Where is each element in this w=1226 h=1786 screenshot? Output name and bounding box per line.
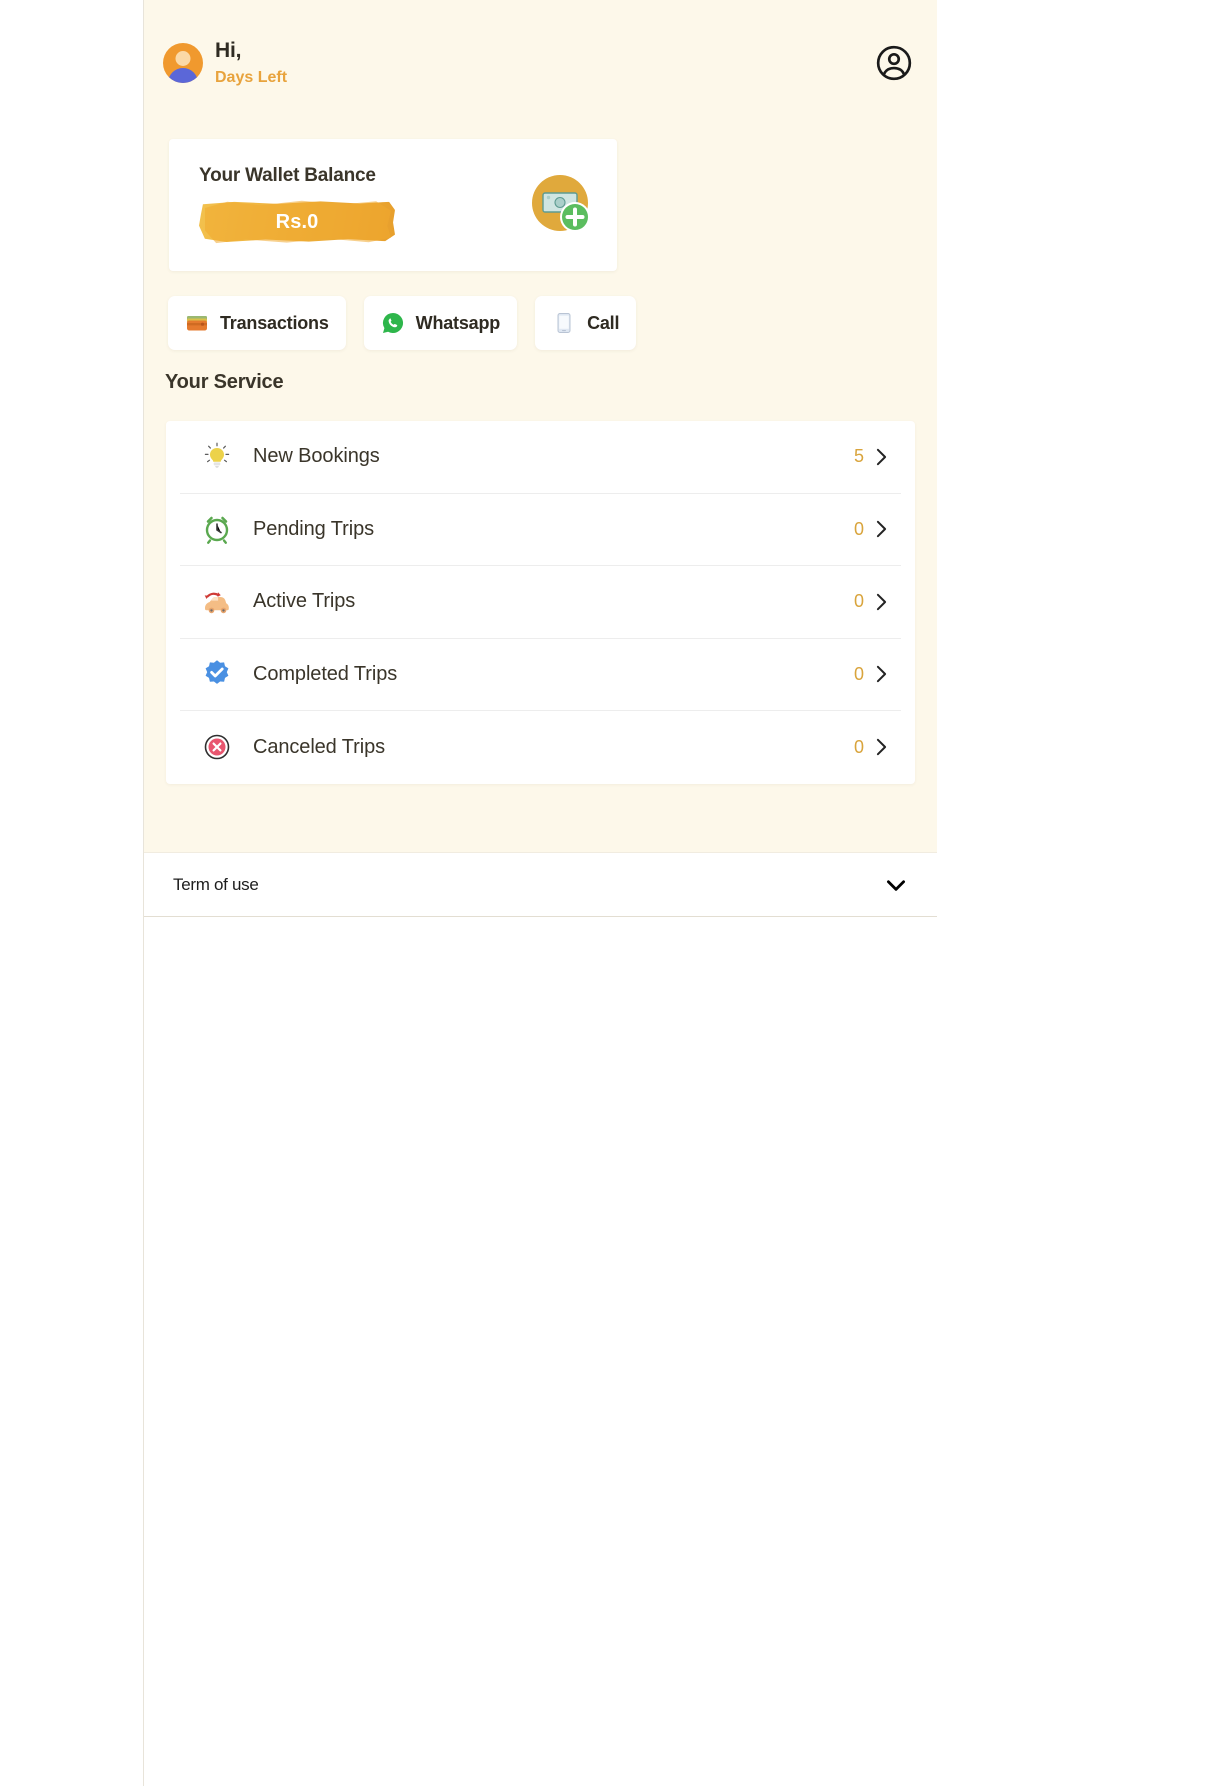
service-count: 0 — [853, 518, 864, 539]
service-meta: 0 — [854, 591, 887, 612]
avatar-head — [175, 51, 191, 66]
service-meta: 0 — [854, 519, 887, 540]
days-left-label: Days Left — [215, 68, 288, 86]
whatsapp-label: Whatsapp — [415, 312, 501, 333]
alarm-clock-icon — [199, 511, 235, 547]
user-avatar — [163, 43, 203, 83]
service-label: New Bookings — [253, 445, 380, 468]
quick-actions: Transactions Whatsapp Call — [168, 296, 637, 350]
app-root: Hi, Days Left Your Wallet Balance Rs.0 T… — [0, 0, 1226, 1786]
whatsapp-button[interactable]: Whatsapp — [363, 296, 518, 350]
chevron-right-icon[interactable] — [876, 448, 887, 466]
phone-viewport: Hi, Days Left Your Wallet Balance Rs.0 T… — [143, 0, 937, 1786]
chevron-right-icon[interactable] — [876, 665, 887, 683]
transactions-button[interactable]: Transactions — [168, 296, 346, 350]
call-label: Call — [587, 312, 620, 333]
page-content: Hi, Days Left Your Wallet Balance Rs.0 T… — [144, 0, 937, 917]
whatsapp-icon — [381, 311, 405, 335]
verified-check-icon — [199, 656, 235, 692]
service-row-new-bookings[interactable]: New Bookings 5 — [180, 421, 901, 494]
lightbulb-icon — [199, 439, 235, 475]
mobile-phone-icon — [552, 311, 576, 335]
call-button[interactable]: Call — [535, 296, 637, 350]
chevron-right-icon[interactable] — [876, 593, 887, 611]
service-label: Canceled Trips — [253, 735, 385, 758]
service-row-active-trips[interactable]: Active Trips 0 — [180, 566, 901, 639]
service-label: Completed Trips — [253, 662, 398, 685]
service-meta: 5 — [854, 446, 887, 467]
wallet-amount: Rs.0 — [275, 210, 319, 233]
service-meta: 0 — [854, 737, 887, 758]
service-list: New Bookings 5 Pending Trips 0 Active Tr… — [166, 421, 915, 784]
chevron-right-icon[interactable] — [876, 520, 887, 538]
transactions-label: Transactions — [220, 312, 329, 333]
wallet-title: Your Wallet Balance — [199, 165, 376, 186]
wallet-info: Your Wallet Balance Rs.0 — [199, 165, 529, 245]
service-meta: 0 — [854, 664, 887, 685]
chevron-down-icon[interactable] — [881, 870, 911, 900]
greeting-label: Hi, — [215, 38, 242, 62]
term-of-use-bar[interactable]: Term of use — [144, 852, 937, 917]
service-count: 0 — [853, 736, 864, 757]
service-label: Pending Trips — [253, 517, 374, 540]
chevron-right-icon[interactable] — [876, 738, 887, 756]
add-money-icon[interactable] — [529, 172, 595, 238]
account-circle-icon[interactable] — [873, 42, 915, 84]
term-of-use-label: Term of use — [173, 874, 259, 894]
service-count: 0 — [853, 663, 864, 684]
wallet-icon — [185, 311, 209, 335]
wallet-amount-badge: Rs.0 — [199, 199, 395, 245]
service-heading: Your Service — [165, 371, 284, 393]
greeting-block: Hi, Days Left — [163, 38, 287, 89]
service-row-pending-trips[interactable]: Pending Trips 0 — [180, 494, 901, 566]
service-row-completed-trips[interactable]: Completed Trips 0 — [180, 639, 901, 711]
page-blank-area — [144, 917, 937, 1786]
car-icon — [199, 584, 235, 620]
service-label: Active Trips — [253, 590, 356, 613]
greeting-text: Hi, Days Left — [215, 38, 287, 89]
service-count: 0 — [853, 591, 864, 612]
app-header: Hi, Days Left — [144, 0, 937, 126]
cancel-circle-icon — [199, 729, 235, 765]
avatar-body — [168, 68, 198, 83]
service-row-canceled-trips[interactable]: Canceled Trips 0 — [180, 711, 901, 784]
service-count: 5 — [853, 446, 864, 467]
wallet-balance-card[interactable]: Your Wallet Balance Rs.0 — [169, 139, 617, 271]
